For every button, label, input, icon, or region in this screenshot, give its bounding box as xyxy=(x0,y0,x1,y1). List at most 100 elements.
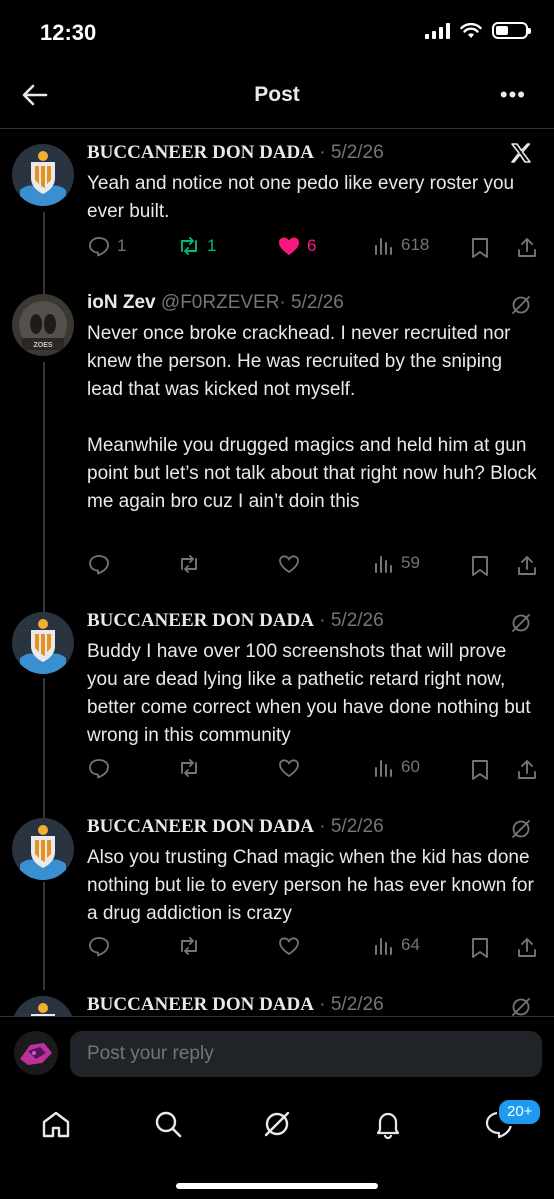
reply-icon xyxy=(89,937,109,957)
reply-input[interactable]: Post your reply xyxy=(70,1031,542,1077)
views-button[interactable]: 60 xyxy=(373,756,420,778)
avatar[interactable]: ZOES xyxy=(12,294,74,356)
views-button[interactable]: 618 xyxy=(373,234,429,256)
share-icon[interactable] xyxy=(515,936,539,960)
grok-icon[interactable] xyxy=(261,1108,293,1140)
grok-icon[interactable] xyxy=(510,818,532,840)
post-date[interactable]: 5/2/26 xyxy=(331,142,384,163)
display-name[interactable]: BUCCANEER DON DADA xyxy=(87,142,314,163)
like-button[interactable] xyxy=(277,552,301,576)
system-icons xyxy=(425,22,531,39)
views-icon xyxy=(375,238,392,255)
shield-logo-icon xyxy=(12,612,74,674)
post-header: BUCCANEER DON DADA · 5/2/26 xyxy=(87,816,384,838)
reply-icon xyxy=(89,759,109,779)
share-icon[interactable] xyxy=(515,236,539,260)
reply-button[interactable] xyxy=(87,934,111,958)
repost-icon xyxy=(181,555,197,573)
post-date[interactable]: 5/2/26 xyxy=(291,292,344,313)
views-count: 60 xyxy=(401,757,420,776)
display-name[interactable]: ioN Zev xyxy=(87,292,156,313)
wifi-icon xyxy=(460,22,482,38)
post-text-paragraph: Also you trusting Chad magic when the ki… xyxy=(87,847,534,924)
display-name[interactable]: BUCCANEER DON DADA xyxy=(87,610,314,631)
bookmark-icon[interactable] xyxy=(469,554,491,578)
post-date[interactable]: 5/2/26 xyxy=(331,816,384,837)
shield-logo-icon xyxy=(12,144,74,206)
x-logo-icon xyxy=(511,143,531,163)
display-name[interactable]: BUCCANEER DON DADA xyxy=(87,994,314,1015)
like-button[interactable]: 6 xyxy=(277,234,316,258)
heart-icon xyxy=(279,759,299,778)
post-actions: 64 xyxy=(87,934,537,964)
post-header: BUCCANEER DON DADA · 5/2/26 xyxy=(87,610,384,632)
repost-icon xyxy=(181,759,197,777)
post-date[interactable]: 5/2/26 xyxy=(331,610,384,631)
post-text-paragraph: Buddy I have over 100 screenshots that w… xyxy=(87,641,531,746)
heart-icon xyxy=(279,555,299,574)
repost-icon xyxy=(181,937,197,955)
like-button[interactable] xyxy=(277,934,301,958)
grok-icon[interactable] xyxy=(510,294,532,316)
views-count: 64 xyxy=(401,935,420,954)
post-header: BUCCANEER DON DADA · 5/2/26 xyxy=(87,142,384,164)
views-count: 59 xyxy=(401,553,420,572)
post-header: ioN Zev @F0RZEVER· 5/2/26 xyxy=(87,292,344,314)
separator-dot: · xyxy=(319,816,326,837)
my-avatar[interactable] xyxy=(14,1031,58,1075)
user-handle[interactable]: @F0RZEVER xyxy=(161,292,280,313)
reply-icon xyxy=(89,555,109,575)
like-count: 6 xyxy=(307,236,317,255)
views-count: 618 xyxy=(401,235,430,254)
grok-icon[interactable] xyxy=(510,612,532,634)
post[interactable]: BUCCANEER DON DADA · 5/2/26 Also you tru… xyxy=(0,802,554,982)
reply-button[interactable]: 1 xyxy=(87,234,126,258)
grok-icon[interactable] xyxy=(510,996,532,1016)
home-indicator xyxy=(176,1183,378,1189)
avatar[interactable] xyxy=(12,144,74,206)
reply-placeholder: Post your reply xyxy=(87,1043,214,1064)
search-icon[interactable] xyxy=(152,1108,184,1140)
repost-button[interactable]: 1 xyxy=(177,234,216,258)
share-icon[interactable] xyxy=(515,554,539,578)
post-text: Never once broke crackhead. I never recr… xyxy=(87,320,537,516)
bookmark-icon[interactable] xyxy=(469,936,491,960)
avatar[interactable] xyxy=(12,996,74,1016)
post-actions: 59 xyxy=(87,552,537,582)
post-actions: 1 1 6 618 xyxy=(87,234,537,264)
svg-text:ZOES: ZOES xyxy=(33,342,52,349)
repost-button[interactable] xyxy=(177,934,201,958)
repost-button[interactable] xyxy=(177,552,201,576)
post-text-paragraph: Meanwhile you drugged magics and held hi… xyxy=(87,435,537,512)
reply-count: 1 xyxy=(117,236,127,255)
post[interactable]: BUCCANEER DON DADA · 5/2/26 Yeah and not… xyxy=(0,128,554,278)
views-button[interactable]: 59 xyxy=(373,552,420,574)
views-icon xyxy=(375,556,392,573)
post-text-paragraph: Never once broke crackhead. I never recr… xyxy=(87,323,511,400)
shield-logo-icon xyxy=(12,996,74,1016)
like-button[interactable] xyxy=(277,756,301,780)
post-text: Buddy I have over 100 screenshots that w… xyxy=(87,638,537,750)
avatar[interactable] xyxy=(12,612,74,674)
separator-dot: · xyxy=(319,610,326,631)
bookmark-icon[interactable] xyxy=(469,758,491,782)
share-icon[interactable] xyxy=(515,758,539,782)
post[interactable]: BUCCANEER DON DADA · 5/2/26 xyxy=(0,980,554,1016)
post[interactable]: BUCCANEER DON DADA · 5/2/26 Buddy I have… xyxy=(0,596,554,806)
notifications-icon[interactable] xyxy=(372,1108,404,1140)
page-title: Post xyxy=(254,83,300,106)
display-name[interactable]: BUCCANEER DON DADA xyxy=(87,816,314,837)
post[interactable]: ZOES ioN Zev @F0RZEVER· 5/2/26 Never onc… xyxy=(0,278,554,598)
avatar[interactable] xyxy=(12,818,74,880)
post-actions: 60 xyxy=(87,756,537,786)
home-icon[interactable] xyxy=(40,1108,72,1140)
more-horizontal-icon[interactable]: ••• xyxy=(500,84,526,106)
reply-button[interactable] xyxy=(87,552,111,576)
separator-dot: · xyxy=(279,292,286,313)
repost-button[interactable] xyxy=(177,756,201,780)
cellular-signal-icon xyxy=(425,22,450,39)
views-button[interactable]: 64 xyxy=(373,934,420,956)
bookmark-icon[interactable] xyxy=(469,236,491,260)
reply-button[interactable] xyxy=(87,756,111,780)
post-date[interactable]: 5/2/26 xyxy=(331,994,384,1015)
